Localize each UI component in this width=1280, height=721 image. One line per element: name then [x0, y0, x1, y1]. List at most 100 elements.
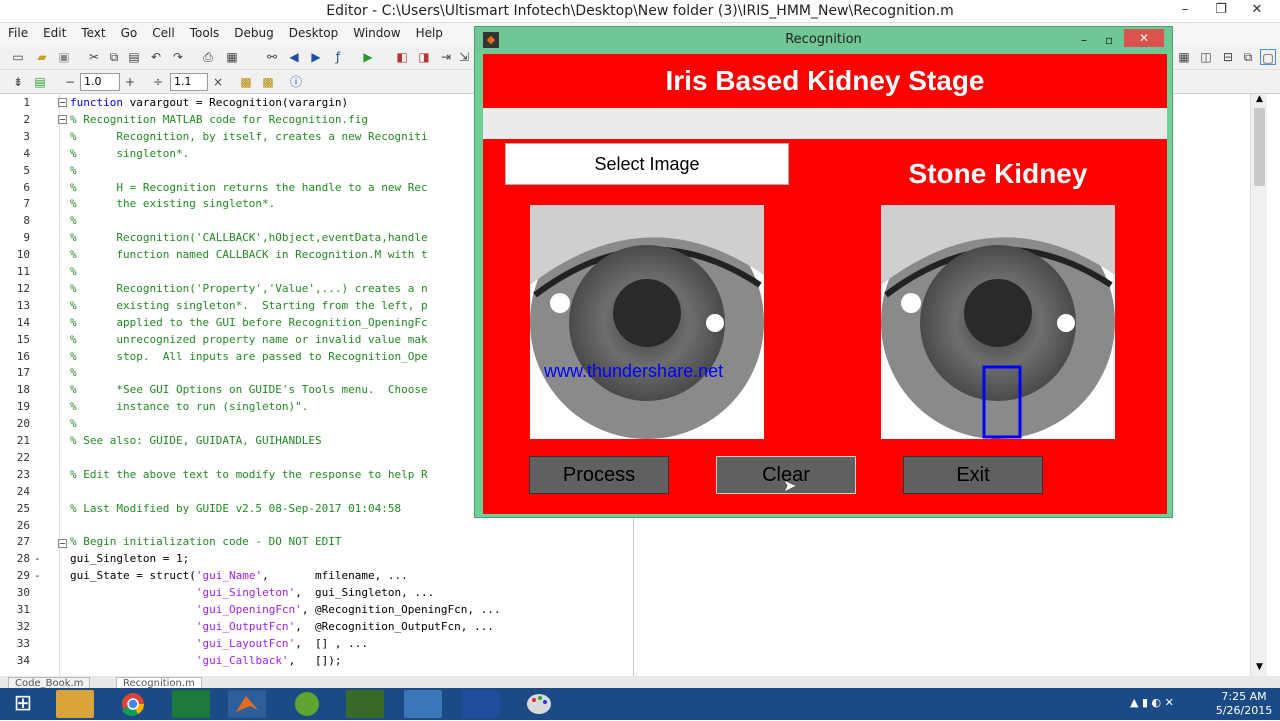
maximize-pane-icon[interactable]: ▢: [1260, 49, 1276, 65]
fold-toggle-icon[interactable]: −: [58, 98, 67, 107]
forward-icon[interactable]: ▶: [308, 49, 324, 65]
open-folder-icon[interactable]: ▰: [34, 49, 50, 65]
step-icon[interactable]: ⇥: [438, 49, 454, 65]
fold-toggle-icon[interactable]: −: [58, 539, 67, 548]
menu-debug[interactable]: Debug: [226, 23, 280, 40]
minimize-button[interactable]: –: [1168, 0, 1202, 20]
tab-recognition[interactable]: Recognition.m: [116, 677, 202, 689]
code-line[interactable]: % Recognition('CALLBACK',hObject,eventDa…: [70, 231, 428, 244]
figure-close-button[interactable]: ✕: [1124, 29, 1164, 47]
code-line[interactable]: % instance to run (singleton)".: [70, 400, 308, 413]
breakpoint-marker[interactable]: -: [34, 569, 41, 582]
binoculars-icon[interactable]: ⚯: [264, 49, 280, 65]
code-line[interactable]: % Last Modified by GUIDE v2.5 08-Sep-201…: [70, 502, 401, 515]
code-line[interactable]: %: [70, 366, 77, 379]
menu-desktop[interactable]: Desktop: [281, 23, 346, 40]
breakpoint-marker[interactable]: -: [34, 552, 41, 565]
layout-vertical-icon[interactable]: ◫: [1198, 49, 1214, 65]
file-explorer-icon[interactable]: [56, 690, 94, 718]
divide-value-field[interactable]: 1.1: [170, 73, 208, 91]
menu-help[interactable]: Help: [408, 23, 450, 40]
function-icon[interactable]: ƒ: [330, 49, 346, 65]
code-line[interactable]: % Recognition MATLAB code for Recognitio…: [70, 113, 368, 126]
notepad-icon[interactable]: [346, 690, 384, 718]
code-line[interactable]: % Begin initialization code - DO NOT EDI…: [70, 535, 342, 548]
divide-icon[interactable]: ÷: [150, 74, 166, 90]
eval-cell-icon[interactable]: ▤: [32, 74, 48, 90]
cell-mode-icon[interactable]: ⇟: [10, 74, 26, 90]
exit-button[interactable]: Exit: [903, 456, 1043, 494]
menu-tools[interactable]: Tools: [182, 23, 227, 40]
scrollbar-thumb[interactable]: [1254, 108, 1265, 186]
info-icon[interactable]: ⓘ: [288, 74, 304, 90]
scroll-down-icon[interactable]: ▼: [1253, 662, 1266, 674]
word-icon[interactable]: [462, 690, 500, 718]
code-line[interactable]: % Recognition('Property','Value',...) cr…: [70, 282, 428, 295]
code-line[interactable]: % applied to the GUI before Recognition_…: [70, 316, 428, 329]
vertical-scrollbar[interactable]: ▲ ▼: [1250, 94, 1267, 676]
code-line[interactable]: %: [70, 214, 77, 227]
select-image-button[interactable]: Select Image: [505, 143, 789, 185]
paste-icon[interactable]: ▤: [126, 49, 142, 65]
menu-go[interactable]: Go: [113, 23, 145, 40]
clear-breakpoints-icon[interactable]: ◨: [416, 49, 432, 65]
code-line[interactable]: % *See GUI Options on GUIDE's Tools menu…: [70, 383, 428, 396]
code-line[interactable]: % unrecognized property name or invalid …: [70, 333, 428, 346]
layout-tile-icon[interactable]: ▦: [1176, 49, 1192, 65]
code-line[interactable]: 'gui_OpeningFcn', @Recognition_OpeningFc…: [70, 603, 501, 616]
utorrent-icon[interactable]: [288, 690, 326, 718]
code-line[interactable]: gui_State = struct('gui_Name', mfilename…: [70, 569, 408, 582]
eval-advance-icon[interactable]: ▩: [238, 74, 254, 90]
increment-icon[interactable]: +: [122, 74, 138, 90]
undock-icon[interactable]: ⧉: [1240, 49, 1256, 65]
code-line[interactable]: % singleton*.: [70, 147, 189, 160]
tab-code-book[interactable]: Code_Book.m: [8, 677, 91, 689]
code-line[interactable]: 'gui_OutputFcn', @Recognition_OutputFcn,…: [70, 620, 494, 633]
new-file-icon[interactable]: ▭: [10, 49, 26, 65]
matlab-icon[interactable]: [228, 690, 266, 718]
code-line[interactable]: % function named CALLBACK in Recognition…: [70, 248, 428, 261]
copy-icon[interactable]: ⧉: [106, 49, 122, 65]
start-windows-icon[interactable]: ⊞: [6, 690, 40, 718]
code-line[interactable]: function varargout = Recognition(varargi…: [70, 96, 348, 109]
chrome-icon[interactable]: [114, 690, 152, 718]
figure-maximize-button[interactable]: ▫: [1105, 27, 1113, 53]
step-in-icon[interactable]: ⇲: [456, 49, 472, 65]
code-line[interactable]: gui_Singleton = 1;: [70, 552, 189, 565]
excel-icon[interactable]: [172, 690, 210, 718]
menu-file[interactable]: File: [0, 23, 35, 40]
print-icon[interactable]: ⎙: [200, 49, 216, 65]
code-line[interactable]: % Edit the above text to modify the resp…: [70, 468, 428, 481]
code-line[interactable]: %: [70, 265, 77, 278]
undo-icon[interactable]: ↶: [148, 49, 164, 65]
code-line[interactable]: % stop. All inputs are passed to Recogni…: [70, 350, 428, 363]
photo-viewer-icon[interactable]: [404, 690, 442, 718]
menu-cell[interactable]: Cell: [144, 23, 181, 40]
code-line[interactable]: % See also: GUIDE, GUIDATA, GUIHANDLES: [70, 434, 322, 447]
code-line[interactable]: 'gui_Callback', []);: [70, 654, 342, 667]
close-button[interactable]: ✕: [1240, 0, 1274, 20]
decrement-icon[interactable]: −: [62, 74, 78, 90]
redo-icon[interactable]: ↷: [170, 49, 186, 65]
multiply-icon[interactable]: ×: [210, 74, 226, 90]
advance-icon[interactable]: ▩: [260, 74, 276, 90]
menu-edit[interactable]: Edit: [35, 23, 73, 40]
fold-toggle-icon[interactable]: −: [58, 115, 67, 124]
tray-icons[interactable]: ▲ ▮ ◐ ✕: [1130, 696, 1174, 709]
figure-minimize-button[interactable]: –: [1081, 27, 1087, 53]
code-line[interactable]: % the existing singleton*.: [70, 197, 275, 210]
code-line[interactable]: %: [70, 417, 77, 430]
cut-icon[interactable]: ✂: [86, 49, 102, 65]
layout-horizontal-icon[interactable]: ⊟: [1220, 49, 1236, 65]
menu-text[interactable]: Text: [73, 23, 112, 40]
code-line[interactable]: 'gui_LayoutFcn', [] , ...: [70, 637, 368, 650]
code-line[interactable]: 'gui_Singleton', gui_Singleton, ...: [70, 586, 434, 599]
code-line[interactable]: %: [70, 164, 77, 177]
decrement-value-field[interactable]: 1.0: [80, 73, 120, 91]
run-icon[interactable]: ▶: [360, 49, 376, 65]
save-icon[interactable]: ▣: [56, 49, 72, 65]
restore-button[interactable]: ❐: [1204, 0, 1238, 20]
code-line[interactable]: % Recognition, by itself, creates a new …: [70, 130, 428, 143]
paint-icon[interactable]: [520, 690, 558, 718]
find-icon[interactable]: ▦: [224, 49, 240, 65]
